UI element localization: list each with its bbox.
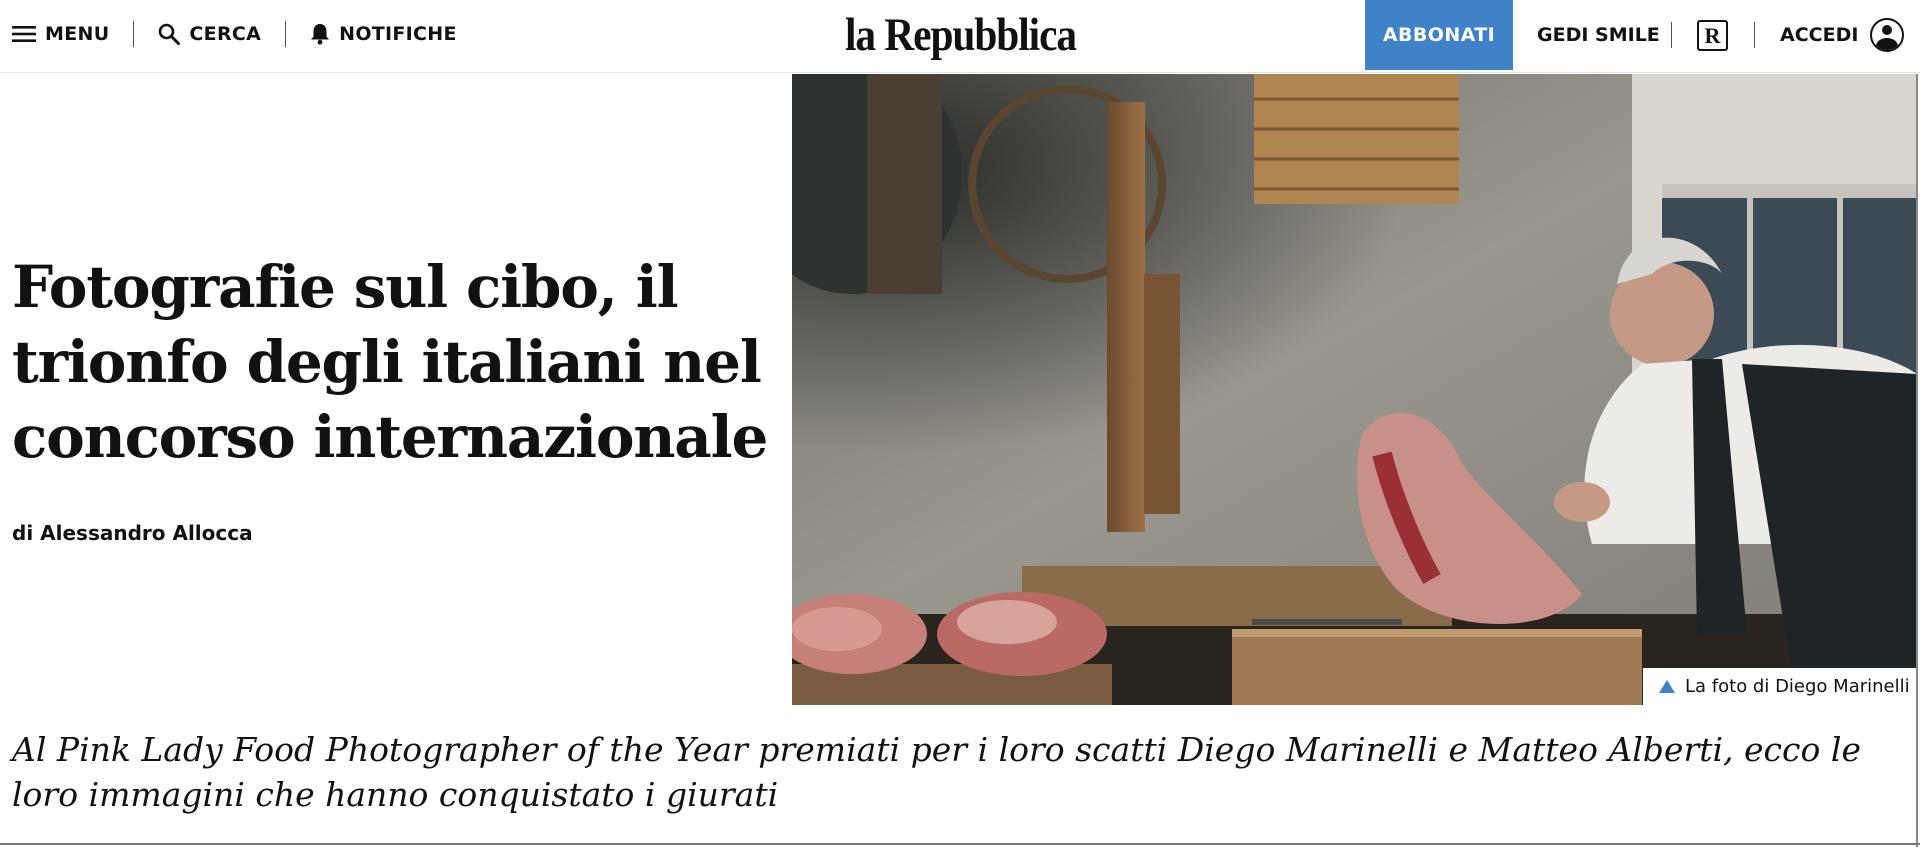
article-photo[interactable] [792, 74, 1917, 705]
article-byline[interactable]: di Alessandro Allocca [12, 521, 253, 545]
photo-caption[interactable]: La foto di Diego Marinelli [1643, 668, 1917, 705]
viewport-edge-line [1916, 74, 1918, 847]
bell-icon [311, 24, 330, 45]
header-divider [285, 21, 287, 47]
viewport-bottom-line [0, 843, 1920, 845]
search-icon [159, 23, 181, 45]
site-logo[interactable]: la Repubblica [845, 8, 1077, 62]
article-summary: Al Pink Lady Food Photographer of the Ye… [12, 730, 1861, 814]
caption-triangle-icon [1659, 680, 1675, 693]
header-divider [1754, 22, 1755, 48]
article-title: Fotografie sul cibo, il trionfo degli it… [12, 253, 768, 471]
notifications-label: NOTIFICHE [339, 23, 457, 45]
user-icon [1870, 18, 1905, 52]
header-left-nav: MENU CERCA NOTIFICHE [12, 0, 457, 68]
login-label: ACCEDI [1780, 24, 1859, 46]
header-divider [1671, 22, 1672, 48]
notifications-button[interactable]: NOTIFICHE [310, 23, 457, 45]
menu-button[interactable]: MENU [12, 23, 109, 45]
gedi-smile-link[interactable]: GEDI SMILE [1537, 0, 1660, 70]
header-divider [133, 21, 135, 47]
login-button[interactable]: ACCEDI [1780, 0, 1905, 70]
butcher-photo-image [792, 74, 1917, 705]
photo-caption-label: La foto di Diego Marinelli [1685, 676, 1910, 697]
hamburger-icon [12, 26, 36, 42]
search-label: CERCA [189, 23, 262, 45]
search-button[interactable]: CERCA [158, 23, 261, 45]
site-header: MENU CERCA NOTIFICHE la Repubblica ABBON… [0, 0, 1920, 73]
menu-label: MENU [45, 23, 110, 45]
subscribe-button[interactable]: ABBONATI [1365, 0, 1513, 70]
repubblica-r-badge[interactable]: R [1697, 20, 1728, 51]
